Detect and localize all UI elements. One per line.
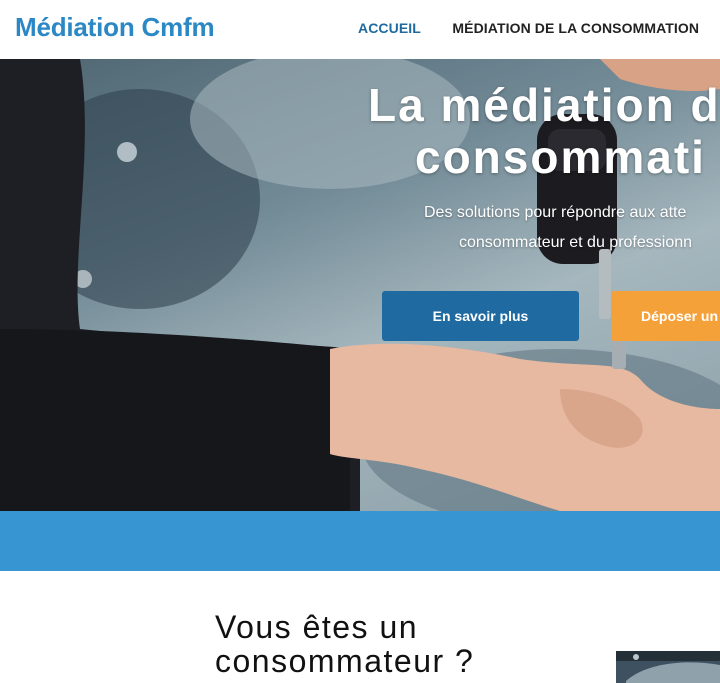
hero-banner: La médiation d consommati Des solutions …	[0, 59, 720, 511]
main-nav: ACCUEIL MÉDIATION DE LA CONSOMMATION LE	[358, 20, 720, 38]
site-header: Médiation Cmfm ACCUEIL MÉDIATION DE LA C…	[0, 0, 720, 59]
submit-request-button[interactable]: Déposer un	[611, 291, 720, 341]
car-photo-icon	[616, 651, 720, 683]
nav-item-mediation-consommation[interactable]: MÉDIATION DE LA CONSOMMATION	[452, 20, 699, 36]
hero-title-line-2: consommati	[415, 131, 706, 183]
hero-subtitle-line-1: Des solutions pour répondre aux atte	[424, 204, 687, 221]
hero-subtitle-line-2: consommateur et du professionn	[459, 234, 693, 251]
hero-title-line-1: La médiation d	[368, 79, 720, 131]
learn-more-button[interactable]: En savoir plus	[382, 291, 579, 341]
hero-title: La médiation d consommati	[368, 79, 720, 183]
hero-subtitle: Des solutions pour répondre aux atte con…	[424, 198, 692, 258]
section-title-consumer: Vous êtes un consommateur ?	[215, 610, 474, 678]
section-title-line-2: consommateur ?	[215, 643, 475, 679]
nav-item-accueil[interactable]: ACCUEIL	[358, 20, 421, 36]
site-logo[interactable]: Médiation Cmfm	[15, 12, 215, 43]
blue-band	[0, 511, 720, 571]
section-car-photo	[616, 651, 720, 683]
section-title-line-1: Vous êtes un	[215, 609, 419, 645]
